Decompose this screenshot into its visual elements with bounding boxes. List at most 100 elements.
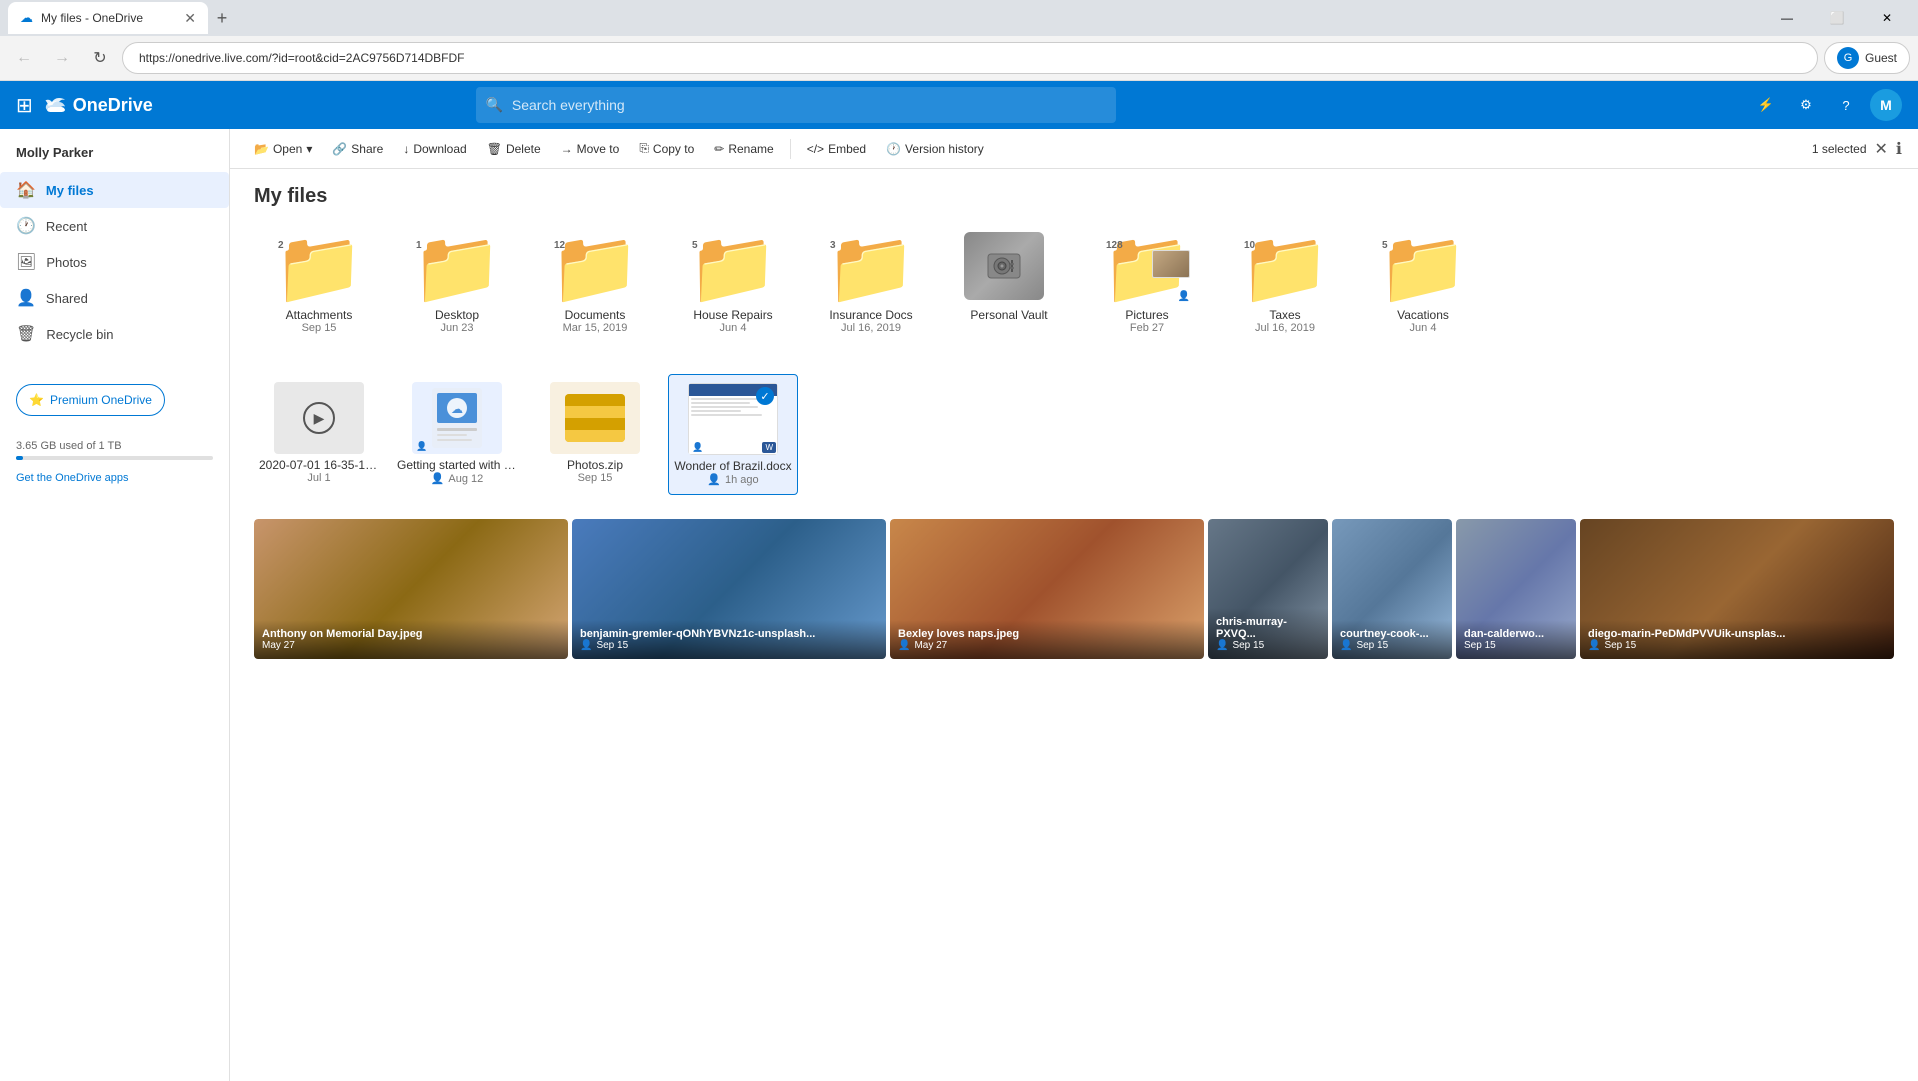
photo-name: courtney-cook-... (1340, 628, 1444, 640)
sidebar-item-recent[interactable]: 🕐 Recent (0, 208, 229, 244)
premium-label: Premium OneDrive (50, 393, 152, 407)
search-box: 🔍 (476, 87, 1116, 123)
sidebar-item-recycle-bin[interactable]: 🗑 Recycle bin (0, 316, 229, 352)
folder-name: Documents (565, 308, 626, 322)
delete-button[interactable]: 🗑 Delete (479, 138, 549, 160)
share-icon: 🔗 (332, 142, 347, 156)
version-history-button[interactable]: 🕐 Version history (878, 138, 992, 160)
window-controls: — ⬜ ✕ (1764, 2, 1910, 34)
open-button[interactable]: 📂 Open ▾ (246, 138, 320, 160)
tab-favicon: ☁ (20, 10, 33, 26)
file-item-wonder-of-brazil[interactable]: W ✓ 👤 Wonder of Brazil.docx 👤 1h ago (668, 374, 798, 495)
move-to-button[interactable]: → Move to (553, 138, 628, 160)
copy-to-button[interactable]: ⎘ Copy to (631, 137, 702, 160)
shared-icon: 👤 (707, 473, 721, 486)
get-apps-link[interactable]: Get the OneDrive apps (0, 468, 229, 488)
file-item-getting-started[interactable]: ☁ 👤 Getting started with On... 👤 Aug 12 (392, 374, 522, 495)
download-button[interactable]: ↓ Download (395, 138, 474, 160)
sidebar-user-name: Molly Parker (0, 137, 229, 172)
maximize-button[interactable]: ⬜ (1814, 2, 1860, 34)
shared-badge-icon: 👤 (1178, 291, 1190, 302)
folder-badge: 5 (1382, 240, 1388, 251)
user-avatar[interactable]: M (1870, 89, 1902, 121)
folder-date: Feb 27 (1130, 322, 1164, 334)
folder-icon-wrap: 📁 3 (826, 232, 916, 304)
search-input[interactable] (476, 87, 1116, 123)
minimize-button[interactable]: — (1764, 2, 1810, 34)
guest-profile-button[interactable]: G Guest (1824, 42, 1910, 74)
premium-button[interactable]: ⭐ Premium OneDrive (16, 384, 165, 416)
folder-item-personal-vault[interactable]: Personal Vault (944, 224, 1074, 342)
info-button[interactable]: ℹ (1896, 139, 1902, 159)
shared-photo-icon: 👤 (1588, 640, 1600, 651)
toolbar: 📂 Open ▾ 🔗 Share ↓ Download 🗑 Delete (230, 129, 1918, 169)
address-input[interactable] (122, 42, 1818, 74)
sidebar-item-photos[interactable]: 🖼 Photos (0, 244, 229, 280)
clear-selection-button[interactable]: ✕ (1875, 139, 1888, 159)
video-thumbnail: ▶ (274, 382, 364, 454)
help-icon-button[interactable]: ? (1830, 89, 1862, 121)
photo-item-courtney[interactable]: courtney-cook-... 👤 Sep 15 (1332, 519, 1452, 659)
sidebar-item-shared[interactable]: 👤 Shared (0, 280, 229, 316)
recent-icon: 🕐 (16, 216, 36, 236)
pdf-thumbnail-icon: ☁ (432, 388, 482, 448)
main-content: 📂 Open ▾ 🔗 Share ↓ Download 🗑 Delete (230, 129, 1918, 1081)
folder-item-taxes[interactable]: 📁 10 Taxes Jul 16, 2019 (1220, 224, 1350, 342)
photo-name: Bexley loves naps.jpeg (898, 628, 1196, 640)
active-tab[interactable]: ☁ My files - OneDrive ✕ (8, 2, 208, 34)
toolbar-separator-1 (790, 139, 791, 159)
folder-badge: 10 (1244, 240, 1255, 251)
folder-icon: 📁 (274, 228, 364, 308)
rename-button[interactable]: ✏ Rename (706, 138, 781, 160)
selection-count: 1 selected (1812, 142, 1867, 156)
forward-button[interactable]: → (46, 42, 78, 74)
delete-icon: 🗑 (487, 142, 502, 156)
folder-icon: 📁 (688, 228, 778, 308)
folder-name: Vacations (1397, 308, 1449, 322)
sidebar-item-my-files[interactable]: 🏠 My files (0, 172, 229, 208)
photo-item-diego[interactable]: diego-marin-PeDMdPVVUik-unsplas... 👤 Sep… (1580, 519, 1894, 659)
refresh-button[interactable]: ↻ (84, 42, 116, 74)
lightning-icon-button[interactable]: ⚡ (1750, 89, 1782, 121)
photo-meta: 👤 Sep 15 (1588, 640, 1886, 651)
settings-icon-button[interactable]: ⚙ (1790, 89, 1822, 121)
folder-item-attachments[interactable]: 📁 2 Attachments Sep 15 (254, 224, 384, 342)
tab-close-button[interactable]: ✕ (184, 10, 196, 27)
folder-item-insurance-docs[interactable]: 📁 3 Insurance Docs Jul 16, 2019 (806, 224, 936, 342)
play-icon: ▶ (303, 402, 335, 434)
photo-item-anthony[interactable]: Anthony on Memorial Day.jpeg May 27 (254, 519, 568, 659)
photo-item-dan[interactable]: dan-calderwo... Sep 15 (1456, 519, 1576, 659)
photo-name: diego-marin-PeDMdPVVUik-unsplas... (1588, 628, 1886, 640)
files-area: My files 📁 2 Attachments Sep 15 (230, 169, 1918, 1081)
svg-text:☁: ☁ (451, 402, 463, 416)
embed-button[interactable]: </> Embed (799, 138, 874, 160)
folder-date: Mar 15, 2019 (563, 322, 628, 334)
photo-overlay: benjamin-gremler-qONhYBVNz1c-unsplash...… (572, 620, 886, 659)
share-button[interactable]: 🔗 Share (324, 138, 391, 160)
folder-item-vacations[interactable]: 📁 5 Vacations Jun 4 (1358, 224, 1488, 342)
file-thumbnail: ☁ 👤 (412, 382, 502, 454)
file-date: 👤 1h ago (707, 473, 758, 486)
folder-item-house-repairs[interactable]: 📁 5 House Repairs Jun 4 (668, 224, 798, 342)
waffle-menu-button[interactable]: ⊞ (16, 93, 33, 118)
folder-badge: 5 (692, 240, 698, 251)
file-item-photos-zip[interactable]: Photos.zip Sep 15 (530, 374, 660, 495)
folder-item-pictures[interactable]: 📁 128 👤 Pictures Feb 27 (1082, 224, 1212, 342)
folder-date: Sep 15 (302, 322, 337, 334)
folder-date: Jul 16, 2019 (841, 322, 901, 334)
photo-meta: 👤 Sep 15 (1340, 640, 1444, 651)
photo-item-chris[interactable]: chris-murray-PXVQ... 👤 Sep 15 (1208, 519, 1328, 659)
photo-item-benjamin[interactable]: benjamin-gremler-qONhYBVNz1c-unsplash...… (572, 519, 886, 659)
folder-item-documents[interactable]: 📁 12 Documents Mar 15, 2019 (530, 224, 660, 342)
folder-name: Insurance Docs (829, 308, 912, 322)
file-item-video[interactable]: ▶ 2020-07-01 16-35-10.m... Jul 1 (254, 374, 384, 495)
close-button[interactable]: ✕ (1864, 2, 1910, 34)
file-date: 👤 Aug 12 (431, 472, 484, 485)
folder-name: Taxes (1269, 308, 1300, 322)
new-tab-button[interactable]: + (208, 4, 236, 32)
folder-icon-wrap: 📁 128 👤 (1102, 232, 1192, 304)
sidebar: Molly Parker 🏠 My files 🕐 Recent 🖼 Photo… (0, 129, 230, 1081)
back-button[interactable]: ← (8, 42, 40, 74)
folder-item-desktop[interactable]: 📁 1 Desktop Jun 23 (392, 224, 522, 342)
photo-item-bexley[interactable]: Bexley loves naps.jpeg 👤 May 27 (890, 519, 1204, 659)
